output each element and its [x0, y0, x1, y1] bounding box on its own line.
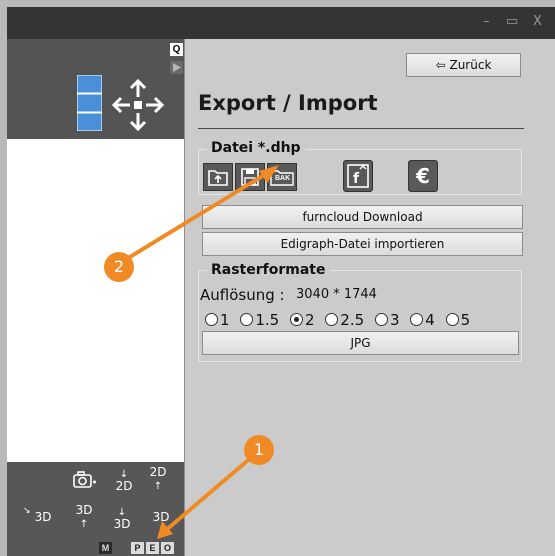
annotation-badge-2: 2	[104, 252, 134, 282]
arrow-2-line	[118, 170, 271, 265]
arrow-2-head	[259, 165, 279, 183]
app-window: – ▭ X Q ↓ 2D 2D ↑ ↘ 3D 3D ↑ ↓ 3D 3D M P …	[7, 7, 555, 556]
annotation-arrows	[118, 165, 279, 539]
annotation-badge-1: 1	[244, 435, 274, 465]
arrow-1-line	[163, 448, 262, 533]
screenshot-frame: – ▭ X Q ↓ 2D 2D ↑ ↘ 3D 3D ↑ ↓ 3D 3D M P …	[0, 0, 555, 556]
